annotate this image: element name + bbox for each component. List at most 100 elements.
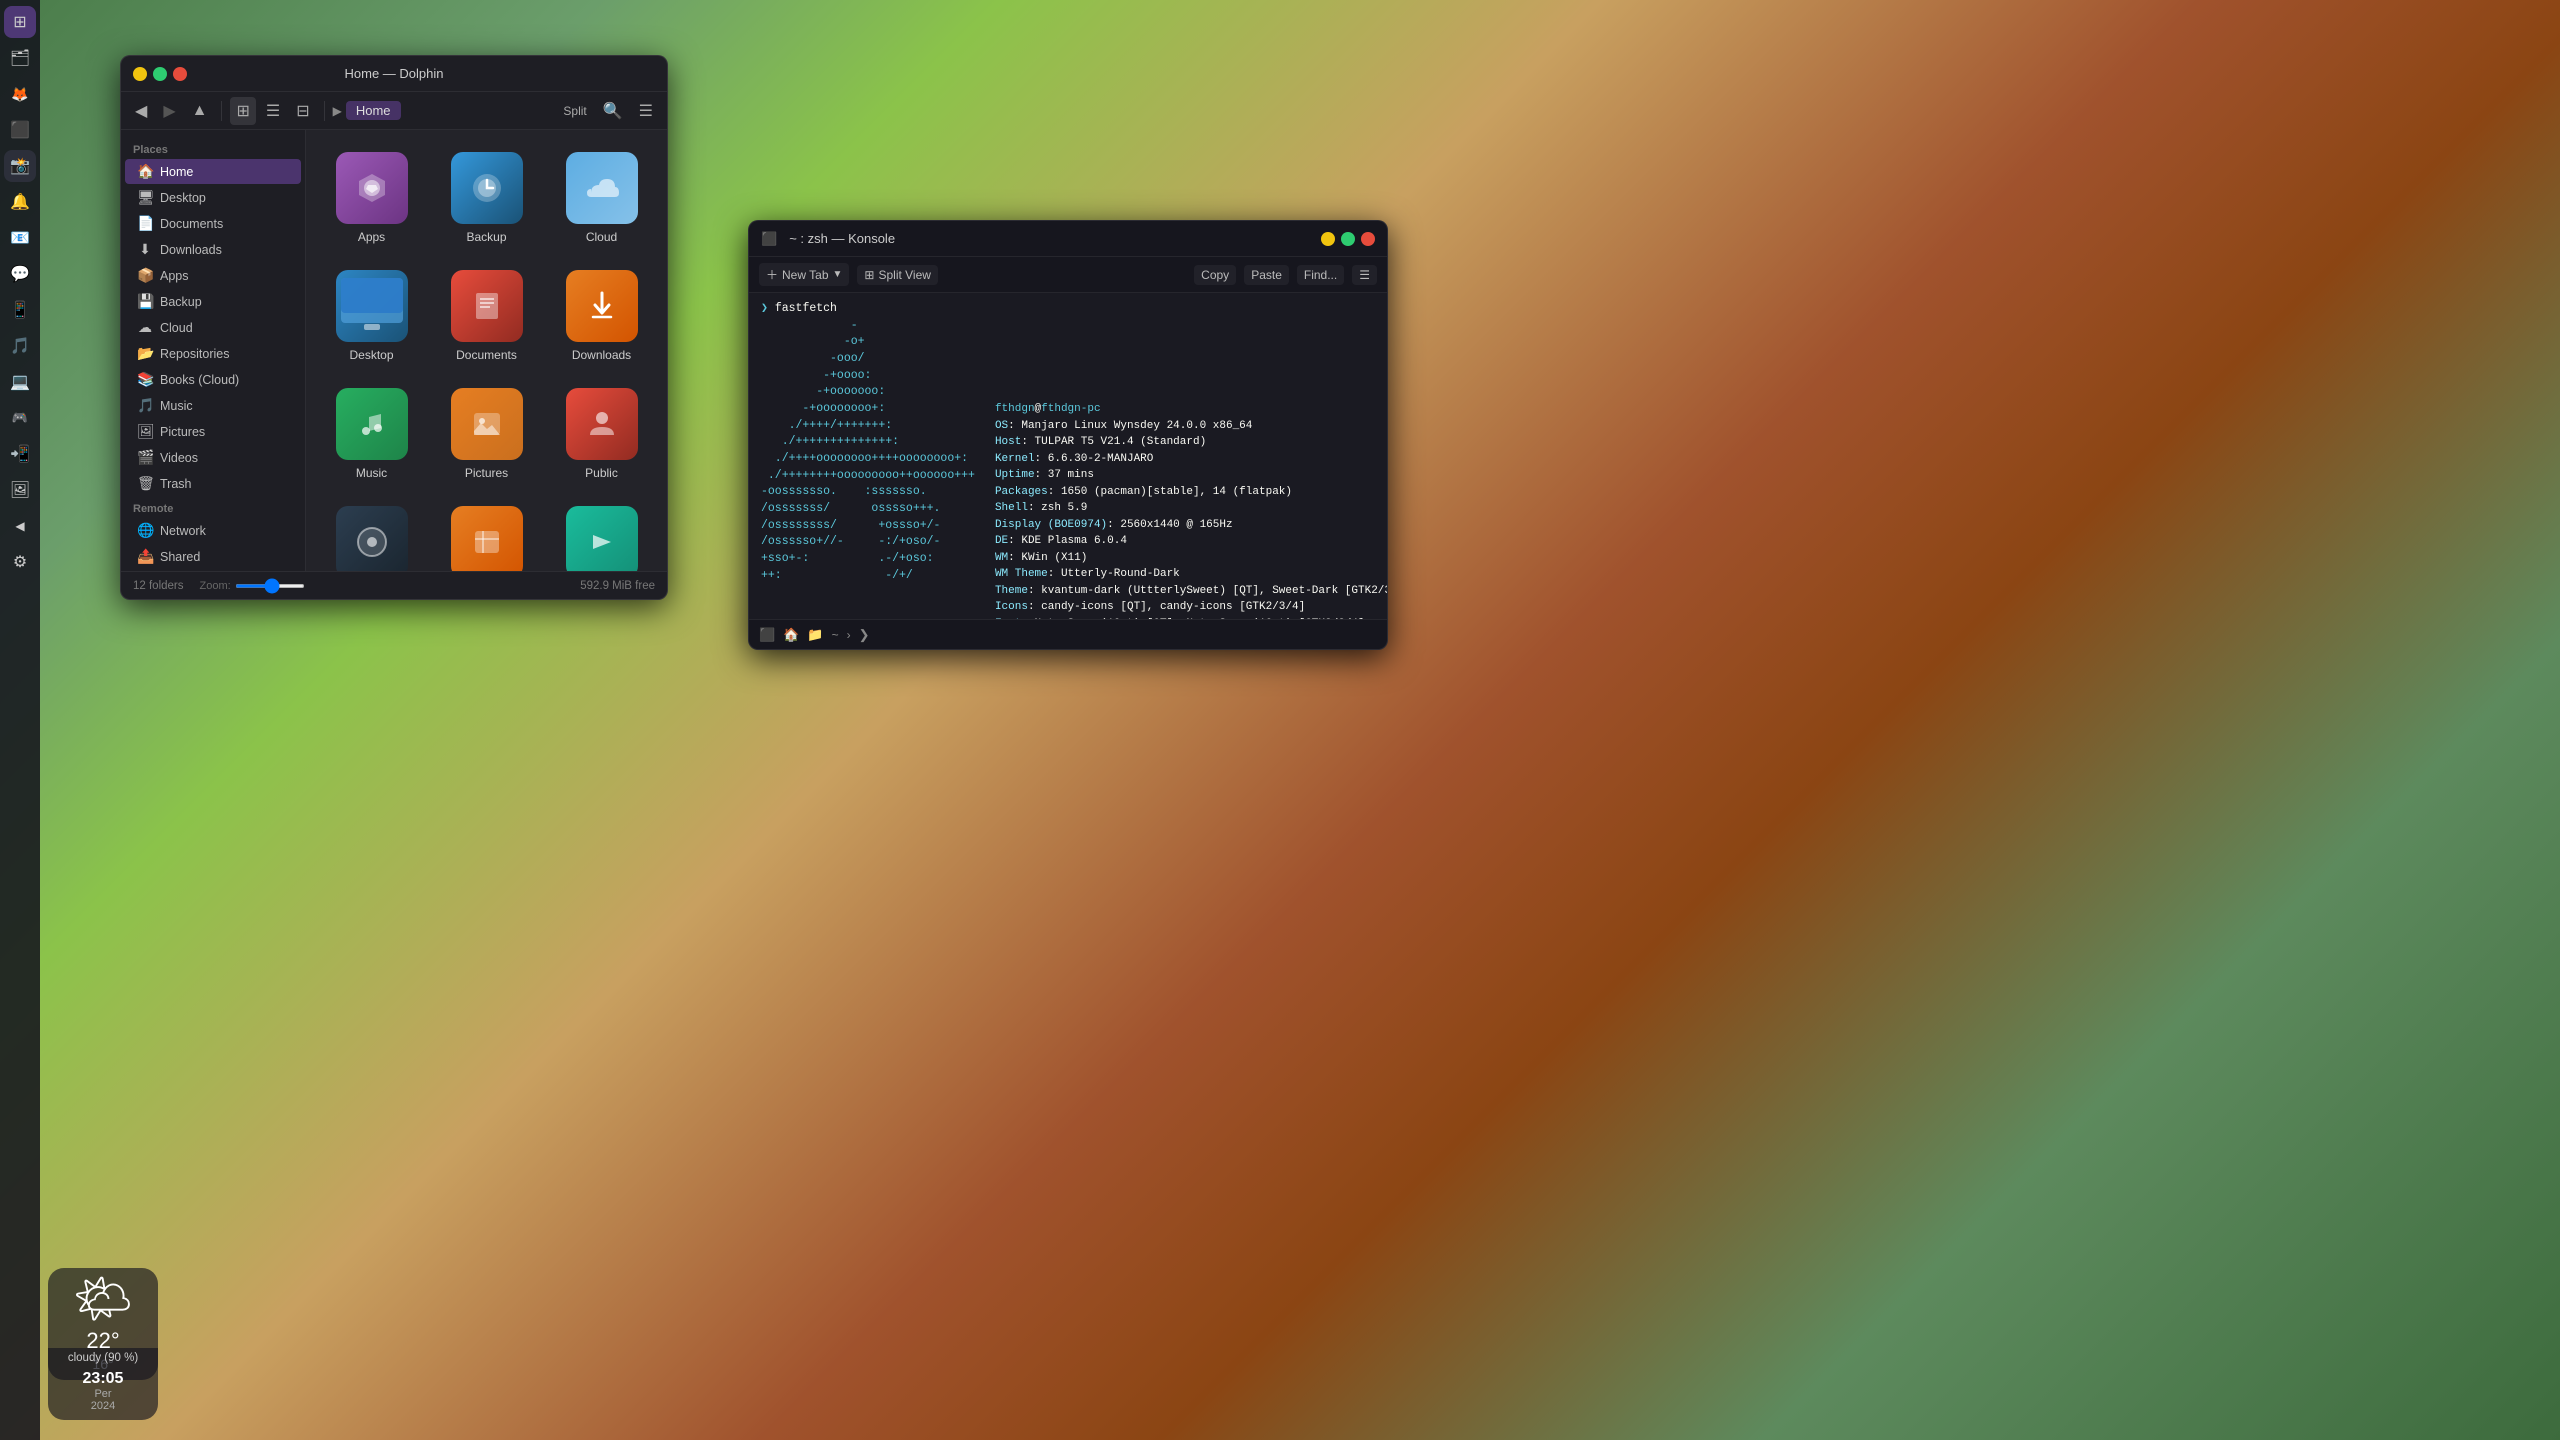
- taskbar-photos[interactable]: 🖼: [4, 474, 36, 506]
- toolbar-separator-1: [221, 101, 222, 121]
- taskbar-firefox[interactable]: 🦊: [4, 78, 36, 110]
- view-tree-button[interactable]: ⊟: [290, 97, 315, 125]
- menu-button[interactable]: ☰: [633, 97, 659, 125]
- taskbar-terminal[interactable]: ⬛: [4, 114, 36, 146]
- file-item-desktop[interactable]: Desktop: [318, 260, 425, 370]
- sidebar-item-documents[interactable]: 📄 Documents: [125, 211, 301, 236]
- sysinfo-packages: Packages: 1650 (pacman)[stable], 14 (fla…: [995, 484, 1387, 501]
- taskbar-item10[interactable]: 💻: [4, 366, 36, 398]
- desktop-folder-icon: [336, 270, 408, 342]
- up-button[interactable]: ▲: [186, 98, 214, 124]
- split-view-button[interactable]: ⊞ Split View: [857, 265, 938, 285]
- sidebar-item-backup[interactable]: 💾 Backup: [125, 289, 301, 314]
- sidebar-item-videos[interactable]: 🎬 Videos: [125, 445, 301, 470]
- taskbar-item7[interactable]: 💬: [4, 258, 36, 290]
- sidebar-label-repositories: Repositories: [160, 347, 229, 361]
- term-art-7: ./++++/+++++++:: [761, 418, 975, 435]
- zoom-slider-input[interactable]: [235, 584, 305, 588]
- dolphin-title: Home — Dolphin: [345, 66, 444, 81]
- taskbar-item5[interactable]: 🔔: [4, 186, 36, 218]
- downloads-icon: ⬇: [137, 241, 153, 258]
- taskbar-launcher[interactable]: ⊞: [4, 6, 36, 38]
- konsole-statusbar: ⬛ 🏠 📁 ~ › ❯: [749, 619, 1387, 649]
- copy-button[interactable]: Copy: [1194, 265, 1236, 285]
- forward-button[interactable]: ▶: [157, 97, 181, 125]
- search-button[interactable]: 🔍: [597, 97, 629, 125]
- taskbar-discord[interactable]: 🎮: [4, 402, 36, 434]
- konsole-window: ⬛ ~ : zsh — Konsole ＋ New Tab ▼ ⊞ Split …: [748, 220, 1388, 650]
- file-item-backup[interactable]: Backup: [433, 142, 540, 252]
- sidebar-item-network[interactable]: 🌐 Network: [125, 518, 301, 543]
- konsole-toolbar: ＋ New Tab ▼ ⊞ Split View Copy Paste Find…: [749, 257, 1387, 293]
- backup-label: Backup: [466, 230, 506, 244]
- konsole-terminal[interactable]: ❯ fastfetch - -o+ -ooo/ -+oooo: -+oooooo…: [749, 293, 1387, 619]
- templates-folder-icon: [451, 506, 523, 571]
- file-item-pictures[interactable]: Pictures: [433, 378, 540, 488]
- new-tab-button[interactable]: ＋ New Tab ▼: [759, 263, 849, 286]
- sidebar-item-home[interactable]: 🏠 Home: [125, 159, 301, 184]
- file-item-repositories[interactable]: Repositories: [318, 496, 425, 571]
- sidebar-item-shared[interactable]: 📤 Shared: [125, 544, 301, 569]
- sysinfo-de: DE: KDE Plasma 6.0.4: [995, 533, 1387, 550]
- file-item-music[interactable]: Music: [318, 378, 425, 488]
- home-icon: 🏠: [137, 163, 153, 180]
- dolphin-sidebar: Places 🏠 Home 🖥 Desktop 📄 Documents ⬇ Do…: [121, 130, 306, 571]
- konsole-minimize[interactable]: [1321, 232, 1335, 246]
- sidebar-item-trash[interactable]: 🗑 Trash: [125, 471, 301, 496]
- sidebar-item-apps[interactable]: 📦 Apps: [125, 263, 301, 288]
- konsole-close[interactable]: [1361, 232, 1375, 246]
- music-label: Music: [356, 466, 387, 480]
- sidebar-label-trash: Trash: [160, 477, 192, 491]
- backup-folder-icon: [451, 152, 523, 224]
- file-item-documents[interactable]: Documents: [433, 260, 540, 370]
- taskbar-item6[interactable]: 📧: [4, 222, 36, 254]
- sidebar-item-music[interactable]: 🎵 Music: [125, 393, 301, 418]
- apps-folder-icon: [336, 152, 408, 224]
- sidebar-item-cloud[interactable]: ☁ Cloud: [125, 315, 301, 340]
- split-button[interactable]: Split: [557, 100, 592, 122]
- file-item-apps[interactable]: Apps: [318, 142, 425, 252]
- maximize-button[interactable]: [153, 67, 167, 81]
- paste-button[interactable]: Paste: [1244, 265, 1289, 285]
- file-item-cloud[interactable]: Cloud: [548, 142, 655, 252]
- network-icon: 🌐: [137, 522, 153, 539]
- sidebar-label-music: Music: [160, 399, 193, 413]
- file-item-public[interactable]: Public: [548, 378, 655, 488]
- konsole-maximize[interactable]: [1341, 232, 1355, 246]
- view-icons-button[interactable]: ⊞: [230, 97, 255, 125]
- taskbar-item4[interactable]: 📸: [4, 150, 36, 182]
- zoom-control[interactable]: Zoom:: [200, 580, 305, 592]
- sidebar-item-repositories[interactable]: 📂 Repositories: [125, 341, 301, 366]
- pictures-icon: 🖼: [137, 423, 153, 440]
- window-buttons: [133, 67, 187, 81]
- sysinfo-display: Display (BOE0974): 2560x1440 @ 165Hz: [995, 517, 1387, 534]
- back-button[interactable]: ◀: [129, 97, 153, 125]
- file-item-downloads[interactable]: Downloads: [548, 260, 655, 370]
- videos-icon: 🎬: [137, 449, 153, 466]
- sidebar-item-books[interactable]: 📚 Books (Cloud): [125, 367, 301, 392]
- taskbar-item9[interactable]: 🎵: [4, 330, 36, 362]
- view-details-button[interactable]: ☰: [260, 97, 286, 125]
- sidebar-item-desktop[interactable]: 🖥 Desktop: [125, 185, 301, 210]
- zoom-label: Zoom:: [200, 580, 231, 592]
- sidebar-item-pictures[interactable]: 🖼 Pictures: [125, 419, 301, 444]
- taskbar-item8[interactable]: 📱: [4, 294, 36, 326]
- konsole-window-buttons: [1321, 232, 1375, 246]
- taskbar-files[interactable]: 🗂: [4, 42, 36, 74]
- path-separator: ~: [832, 628, 839, 642]
- taskbar-system[interactable]: ⚙: [4, 546, 36, 578]
- close-button[interactable]: [173, 67, 187, 81]
- term-art-9: ./++++oooooooo++++oooooooo+:: [761, 451, 975, 468]
- file-item-videos[interactable]: Videos: [548, 496, 655, 571]
- breadcrumb-home[interactable]: Home: [346, 101, 401, 120]
- minimize-button[interactable]: [133, 67, 147, 81]
- taskbar-back[interactable]: ◀: [4, 510, 36, 542]
- public-label: Public: [585, 466, 618, 480]
- remote-title: Remote: [121, 497, 305, 517]
- konsole-menu-button[interactable]: ☰: [1352, 265, 1377, 285]
- sidebar-item-downloads[interactable]: ⬇ Downloads: [125, 237, 301, 262]
- file-item-templates[interactable]: Templates: [433, 496, 540, 571]
- find-button[interactable]: Find...: [1297, 265, 1344, 285]
- taskbar-whatsapp[interactable]: 📲: [4, 438, 36, 470]
- sidebar-label-shared: Shared: [160, 550, 200, 564]
